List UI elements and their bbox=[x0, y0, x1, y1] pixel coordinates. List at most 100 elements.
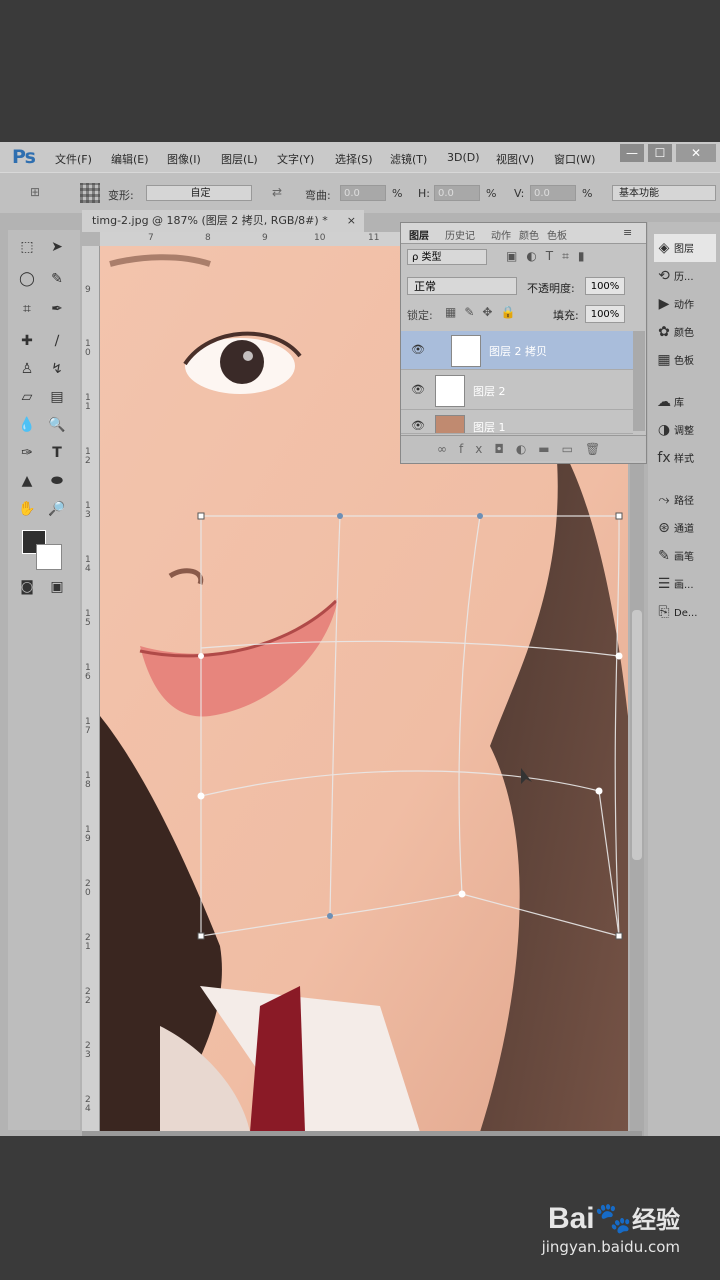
panel-brush-presets[interactable]: ☰ 画... bbox=[654, 570, 716, 598]
vertical-scroll-thumb[interactable] bbox=[632, 610, 642, 860]
panel-label: 画笔 bbox=[674, 552, 694, 563]
v-percent: % bbox=[582, 187, 593, 200]
v-input[interactable]: 0.0 bbox=[530, 185, 576, 201]
h-input[interactable]: 0.0 bbox=[434, 185, 480, 201]
panel-device-preview[interactable]: ⎘ De... bbox=[654, 598, 716, 626]
warp-label: 变形: bbox=[108, 189, 134, 202]
layer-name[interactable]: 图层 1 bbox=[473, 419, 506, 433]
menu-file[interactable]: 文件(F) bbox=[55, 151, 92, 167]
tab-history[interactable]: 历史记 bbox=[445, 227, 475, 242]
blend-mode-select[interactable]: 正常 bbox=[407, 277, 517, 295]
layer-filter-select[interactable]: ρ 类型 bbox=[407, 249, 487, 265]
panel-actions[interactable]: ▶ 动作 bbox=[654, 290, 716, 318]
pen-tool-icon[interactable]: ✑ bbox=[16, 442, 38, 464]
background-color-swatch[interactable] bbox=[36, 544, 62, 570]
panel-libraries[interactable]: ☁ 库 bbox=[654, 388, 716, 416]
tab-actions[interactable]: 动作 bbox=[491, 227, 511, 242]
panel-swatches[interactable]: ▦ 色板 bbox=[654, 346, 716, 374]
menu-edit[interactable]: 编辑(E) bbox=[111, 151, 149, 167]
panel-history[interactable]: ⟲ 历... bbox=[654, 262, 716, 290]
panel-layers[interactable]: ◈ 图层 bbox=[654, 234, 716, 262]
ruler-tick-label: 2 0 bbox=[85, 879, 91, 898]
warp-style-select[interactable]: 自定 bbox=[146, 185, 252, 201]
menu-image[interactable]: 图像(I) bbox=[167, 151, 201, 167]
options-bar: ⊞ 变形: 自定 ⇄ 弯曲: 0.0 % H: 0.0 % V: 0.0 % 基… bbox=[0, 172, 720, 213]
healing-tool-icon[interactable]: ✚ bbox=[16, 330, 38, 352]
fill-input[interactable]: 100% bbox=[585, 305, 625, 323]
visibility-eye-icon[interactable]: 👁 bbox=[411, 419, 425, 432]
marquee-tool-icon[interactable]: ⬚ bbox=[16, 236, 38, 258]
menu-3d[interactable]: 3D(D) bbox=[447, 151, 480, 164]
ruler-tick-label: 2 3 bbox=[85, 1041, 91, 1060]
close-window-button[interactable]: ✕ bbox=[676, 144, 716, 162]
type-tool-icon[interactable]: T bbox=[46, 442, 68, 464]
panel-channels[interactable]: ⊛ 通道 bbox=[654, 514, 716, 542]
layers-footer-icons[interactable]: ∞fx◘◐▬▭🗑 bbox=[401, 435, 646, 461]
visibility-eye-icon[interactable]: 👁 bbox=[411, 343, 425, 356]
tab-layers[interactable]: 图层 bbox=[409, 227, 429, 242]
eraser-tool-icon[interactable]: ▱ bbox=[16, 386, 38, 408]
blur-tool-icon[interactable]: 💧 bbox=[16, 414, 38, 436]
screen-mode-icon[interactable]: ▣ bbox=[46, 576, 68, 598]
panel-label: 调整 bbox=[674, 426, 694, 437]
bend-input[interactable]: 0.0 bbox=[340, 185, 386, 201]
panel-paths[interactable]: ⤳ 路径 bbox=[654, 486, 716, 514]
path-icon: ⤳ bbox=[658, 492, 670, 508]
layer-row[interactable]: 👁 图层 1 bbox=[401, 411, 633, 434]
panel-styles[interactable]: fx 样式 bbox=[654, 444, 716, 472]
filter-icons[interactable]: ▣◐T⌗▮ bbox=[506, 249, 594, 264]
crop-tool-icon[interactable]: ⌗ bbox=[16, 298, 38, 320]
menu-window[interactable]: 窗口(W) bbox=[554, 151, 595, 167]
panel-label: 色板 bbox=[674, 356, 694, 367]
layers-scrollbar[interactable] bbox=[633, 331, 645, 431]
layer-name[interactable]: 图层 2 bbox=[473, 383, 506, 399]
menu-view[interactable]: 视图(V) bbox=[496, 151, 534, 167]
hand-tool-icon[interactable]: ✋ bbox=[16, 498, 38, 520]
eyedropper-tool-icon[interactable]: ✒ bbox=[46, 298, 68, 320]
quick-select-tool-icon[interactable]: ✎ bbox=[46, 268, 68, 290]
zoom-tool-icon[interactable]: 🔎 bbox=[46, 498, 68, 520]
warp-grid-icon[interactable] bbox=[80, 183, 100, 203]
visibility-eye-icon[interactable]: 👁 bbox=[411, 383, 425, 396]
panel-brushes[interactable]: ✎ 画笔 bbox=[654, 542, 716, 570]
opacity-input[interactable]: 100% bbox=[585, 277, 625, 295]
warp-tool-icon[interactable]: ⊞ bbox=[30, 185, 48, 201]
panel-label: 动作 bbox=[674, 300, 694, 311]
ellipse-tool-icon[interactable]: ⬬ bbox=[46, 470, 68, 492]
bend-label: 弯曲: bbox=[305, 189, 331, 202]
layer-name[interactable]: 图层 2 拷贝 bbox=[489, 343, 547, 359]
ruler-tick-label: 1 2 bbox=[85, 447, 91, 466]
document-tab[interactable]: timg-2.jpg @ 187% (图层 2 拷贝, RGB/8#) * × bbox=[82, 210, 364, 232]
stamp-tool-icon[interactable]: ♙ bbox=[16, 358, 38, 380]
menu-filter[interactable]: 滤镜(T) bbox=[390, 151, 427, 167]
history-brush-tool-icon[interactable]: ↯ bbox=[46, 358, 68, 380]
gradient-tool-icon[interactable]: ▤ bbox=[46, 386, 68, 408]
panel-label: 画... bbox=[674, 580, 694, 591]
cloud-icon: ☁ bbox=[657, 394, 671, 410]
warp-orientation-icon[interactable]: ⇄ bbox=[272, 185, 282, 199]
ruler-tick-label: 7 bbox=[148, 233, 154, 243]
dodge-tool-icon[interactable]: 🔍 bbox=[46, 414, 68, 436]
layer-row[interactable]: 👁 图层 2 拷贝 bbox=[401, 331, 633, 370]
menu-layer[interactable]: 图层(L) bbox=[221, 151, 258, 167]
lock-icons[interactable]: ▦✎✥🔒 bbox=[445, 305, 523, 319]
tab-swatches[interactable]: 色板 bbox=[547, 227, 567, 242]
layer-row[interactable]: 👁 图层 2 bbox=[401, 371, 633, 410]
menu-type[interactable]: 文字(Y) bbox=[277, 151, 314, 167]
lasso-tool-icon[interactable]: ◯ bbox=[16, 268, 38, 290]
fill-label: 填充: bbox=[553, 309, 579, 322]
quick-mask-icon[interactable]: ◙ bbox=[16, 576, 38, 598]
panel-adjustments[interactable]: ◑ 调整 bbox=[654, 416, 716, 444]
brush-tool-icon[interactable]: ∕ bbox=[46, 330, 68, 352]
adjust-icon: ◑ bbox=[657, 422, 671, 438]
panel-menu-icon[interactable]: ≡ bbox=[623, 226, 632, 239]
tab-color[interactable]: 颜色 bbox=[519, 227, 539, 242]
panel-color[interactable]: ✿ 颜色 bbox=[654, 318, 716, 346]
path-select-tool-icon[interactable]: ▲ bbox=[16, 470, 38, 492]
menu-select[interactable]: 选择(S) bbox=[335, 151, 373, 167]
workspace-select[interactable]: 基本功能 bbox=[612, 185, 716, 201]
minimize-button[interactable]: — bbox=[620, 144, 644, 162]
maximize-button[interactable]: ☐ bbox=[648, 144, 672, 162]
close-tab-icon[interactable]: × bbox=[347, 210, 356, 232]
move-tool-icon[interactable]: ➤ bbox=[46, 236, 68, 258]
